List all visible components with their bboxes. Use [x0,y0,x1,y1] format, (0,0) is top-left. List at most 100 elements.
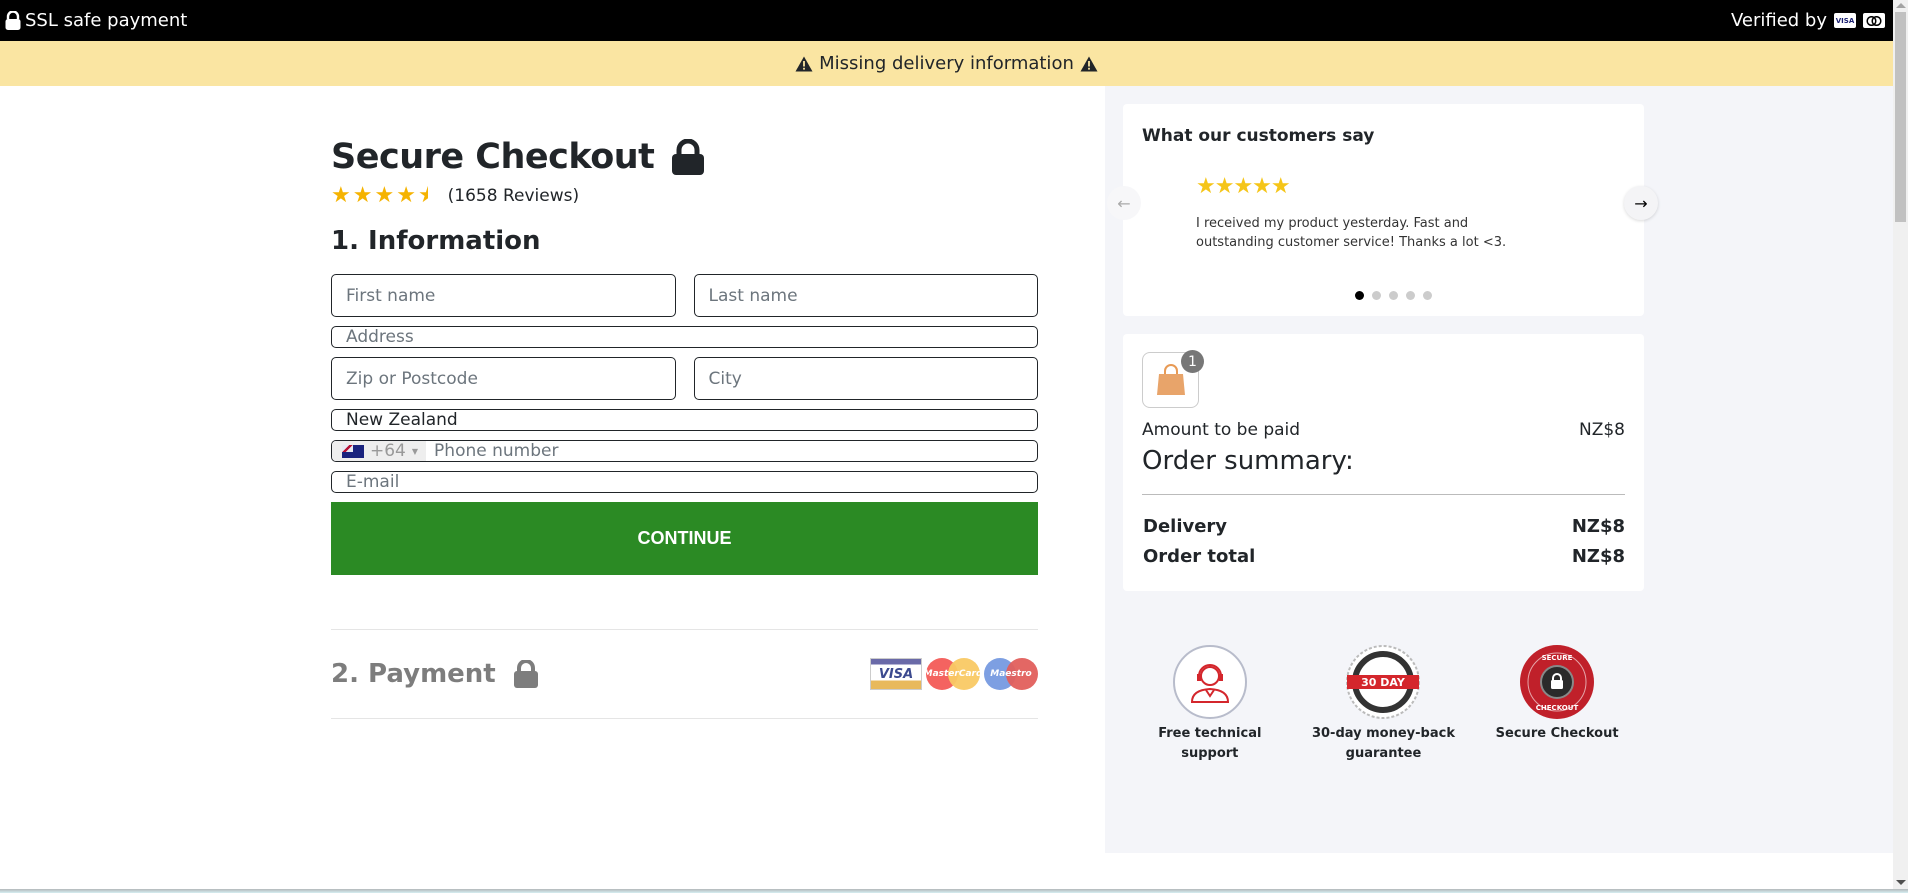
rating-stars: ★ ★ ★ ★ ★ [331,183,438,208]
missing-info-alert: Missing delivery information [0,41,1893,86]
checkout-form-column: Secure Checkout ★ ★ ★ ★ ★ (1658 Reviews)… [331,86,1038,719]
trust-money-back-label: 30-day money-back guarantee [1311,726,1455,761]
divider [331,718,1038,719]
half-star-icon: ★ [417,183,438,208]
mastercard-text: MasterCard [923,669,983,679]
carousel-dot[interactable] [1355,291,1364,300]
carousel-dot[interactable] [1423,291,1432,300]
svg-text:CHECKOUT: CHECKOUT [1536,704,1579,712]
arrow-left-icon: ← [1117,193,1131,213]
arrow-right-icon: → [1634,193,1648,213]
carousel-dot[interactable] [1372,291,1381,300]
amount-label: Amount to be paid [1142,420,1301,440]
lock-icon [513,660,538,688]
country-select[interactable]: New Zealand [331,409,1038,431]
cart-count-badge: 1 [1181,350,1204,373]
carousel-next-button[interactable]: → [1624,186,1658,220]
continue-button[interactable]: CONTINUE [331,502,1038,575]
delivery-row: Delivery NZ$8 [1143,516,1625,537]
phone-field: +64 ▼ Phone number [331,440,1038,462]
secure-checkout-badge-icon: SECURE CHECKOUT [1520,645,1595,719]
country-code: +64 [370,441,406,461]
mastercard-logo-icon [1863,13,1885,28]
reviews-carousel: What our customers say ← ★★★★★ I receive… [1107,104,1658,316]
rating-summary: ★ ★ ★ ★ ★ (1658 Reviews) [331,183,1038,208]
trust-money-back: 30 DAY 30-day money-back guarantee [1303,644,1463,764]
section-information-title: 1. Information [331,226,541,256]
trust-support: Free technical support [1130,644,1290,764]
carousel-dot[interactable] [1406,291,1415,300]
first-name-input[interactable]: First name [331,274,676,317]
order-summary-title: Order summary: [1142,446,1354,476]
carousel-dot[interactable] [1389,291,1398,300]
phone-input[interactable]: Phone number [426,441,558,461]
city-placeholder: City [708,368,742,389]
verified-by: Verified by VISA [1731,10,1885,31]
delivery-value: NZ$8 [1571,516,1625,537]
country-code-select[interactable]: +64 ▼ [332,441,427,461]
star-icon: ★ [331,183,351,208]
payment-card-logos: VISA MasterCard Maestro [870,658,1038,690]
money-back-badge-icon: 30 DAY [1346,645,1421,719]
delivery-label: Delivery [1143,516,1228,537]
scroll-up-arrow-icon[interactable] [1896,3,1906,8]
last-name-placeholder: Last name [708,285,798,306]
maestro-icon: Maestro [984,658,1038,690]
scroll-down-arrow-icon[interactable] [1896,880,1906,885]
ssl-label: SSL safe payment [25,10,188,31]
alert-message: Missing delivery information [819,53,1074,74]
warning-icon [1080,56,1098,71]
visa-text: VISA [878,666,914,682]
reviews-title: What our customers say [1142,126,1375,146]
email-placeholder: E-mail [346,472,400,492]
visa-card-icon: VISA [870,658,922,690]
shopping-bag-icon [1156,364,1185,395]
svg-text:SECURE: SECURE [1542,654,1573,662]
scrollbar-thumb[interactable] [1895,12,1906,222]
star-icon: ★ [352,183,373,208]
page-title-text: Secure Checkout [331,137,655,177]
review-text: I received my product yesterday. Fast an… [1196,216,1507,250]
trust-secure-label: Secure Checkout [1495,726,1619,741]
zip-input[interactable]: Zip or Postcode [331,357,676,400]
carousel-prev-button[interactable]: ← [1107,186,1141,220]
zip-placeholder: Zip or Postcode [346,368,478,389]
mastercard-icon: MasterCard [923,658,983,690]
order-total-row: Order total NZ$8 [1143,546,1625,567]
order-summary-panel: 1 Amount to be paid NZ$8 Order summary: … [1123,334,1644,591]
review-stars: ★★★★★ [1196,174,1291,199]
section-payment[interactable]: 2. Payment VISA MasterCard Maestro [331,630,1038,718]
nz-flag-icon [342,444,364,458]
last-name-input[interactable]: Last name [693,274,1038,317]
top-bar: SSL safe payment Verified by VISA [0,0,1893,41]
amount-row: Amount to be paid NZ$8 [1142,420,1625,440]
reviews-count: (1658 Reviews) [447,185,580,206]
star-icon: ★ [396,183,416,208]
order-total-value: NZ$8 [1571,546,1625,567]
amount-value: NZ$8 [1579,420,1625,440]
visa-logo-icon: VISA [1834,13,1856,28]
trust-badges: Free technical support 30 DAY 30-day mon… [1123,644,1644,764]
headset-support-icon [1172,645,1247,719]
maestro-text: Maestro [990,669,1032,679]
money-back-badge-text: 30 DAY [1362,676,1407,689]
page-scrollbar[interactable] [1893,0,1908,893]
city-input[interactable]: City [693,357,1038,400]
window-bottom-edge [0,889,1908,893]
verified-label: Verified by [1730,10,1827,31]
first-name-placeholder: First name [346,285,436,306]
country-value: New Zealand [346,410,458,430]
ssl-indicator: SSL safe payment [5,10,187,31]
star-icon: ★ [374,183,395,208]
order-total-label: Order total [1143,546,1256,567]
trust-support-label: Free technical support [1158,726,1262,761]
page-title: Secure Checkout [331,137,1038,177]
lock-icon [672,139,705,175]
email-input[interactable]: E-mail [331,471,1038,493]
warning-icon [795,56,813,71]
section-payment-title: 2. Payment [331,659,496,689]
information-form: First name Last name Address Zip or Post… [331,274,1038,493]
address-placeholder: Address [346,327,414,347]
address-input[interactable]: Address [331,326,1038,348]
carousel-dots [1123,291,1644,300]
